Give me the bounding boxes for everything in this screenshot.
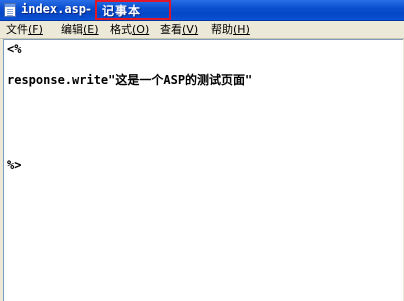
text-editor-area[interactable]: <% response.write"这是一个ASP的测试页面" %>	[3, 39, 403, 301]
editor-line: response.write"这是一个ASP的测试页面"	[7, 73, 253, 87]
menu-edit-label: 编辑	[61, 23, 83, 36]
menu-view-accel: (V)	[182, 23, 199, 36]
title-bar[interactable]: index.asp - 记事本	[0, 0, 404, 21]
menu-help-accel: (H)	[233, 23, 250, 36]
menu-bar: 文件(F) 编辑(E) 格式(O) 查看(V) 帮助(H)	[0, 21, 404, 39]
window-title-filename: index.asp	[21, 2, 87, 16]
editor-line: %>	[7, 158, 22, 172]
editor-line: <%	[7, 42, 22, 56]
menu-format-accel: (O)	[132, 23, 150, 36]
menu-help[interactable]: 帮助(H)	[211, 22, 250, 37]
menu-view-label: 查看	[160, 23, 182, 36]
menu-edit-accel: (E)	[83, 23, 99, 36]
menu-view[interactable]: 查看(V)	[160, 22, 198, 37]
menu-edit[interactable]: 编辑(E)	[61, 22, 99, 37]
menu-file-label: 文件	[6, 23, 28, 36]
menu-format-label: 格式	[110, 23, 132, 36]
window-title-separator: -	[86, 2, 91, 16]
menu-format[interactable]: 格式(O)	[110, 22, 149, 37]
notepad-window: index.asp - 记事本 文件(F) 编辑(E) 格式(O) 查看(V) …	[0, 0, 404, 301]
menu-file-accel: (F)	[28, 23, 43, 36]
notepad-icon[interactable]	[4, 3, 16, 17]
menu-file[interactable]: 文件(F)	[6, 22, 43, 37]
menu-help-label: 帮助	[211, 23, 233, 36]
window-title-app-name: 记事本	[102, 4, 142, 18]
